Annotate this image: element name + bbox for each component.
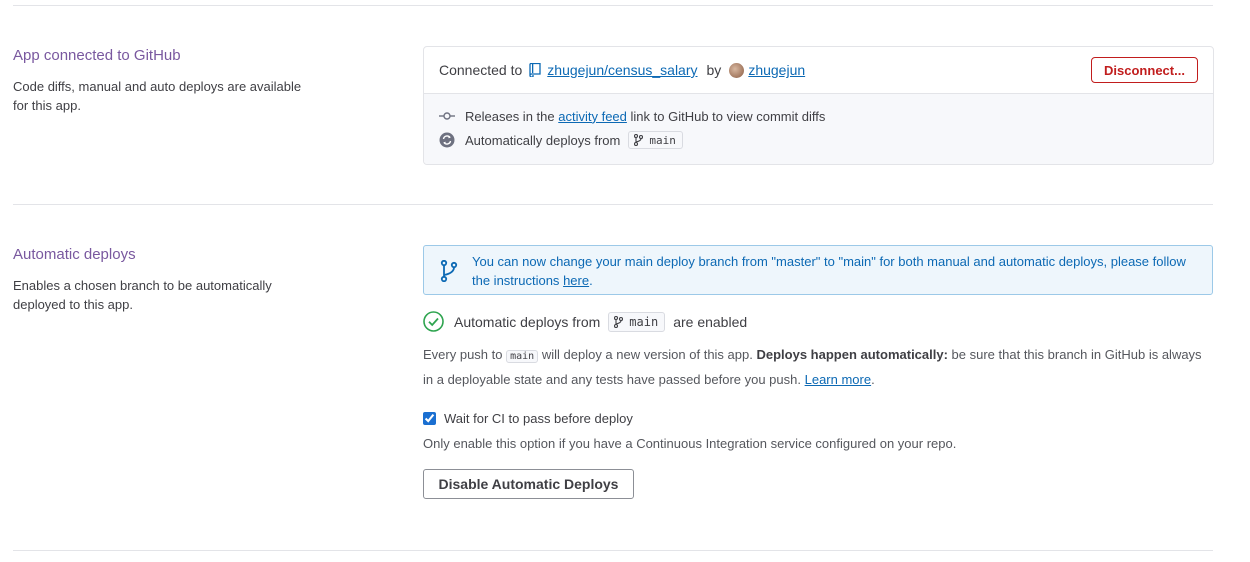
- push-prefix: Every push to: [423, 347, 503, 362]
- enabled-prefix: Automatic deploys from: [454, 313, 601, 330]
- commit-icon: [439, 108, 455, 124]
- sync-icon: [439, 132, 455, 148]
- auto-deploy-status: Automatic deploys from main are enabled: [423, 311, 747, 332]
- check-circle-icon: [423, 311, 444, 332]
- connection-header: Connected to zhugejun/census_salary by z…: [424, 47, 1213, 94]
- connection-details: Releases in the activity feed link to Gi…: [424, 94, 1213, 164]
- disconnect-button[interactable]: Disconnect...: [1091, 57, 1198, 83]
- branch-icon: [440, 259, 458, 287]
- enabled-branch-tag: main: [608, 311, 666, 332]
- auto-deploys-description: Enables a chosen branch to be automatica…: [13, 278, 272, 312]
- releases-prefix: Releases in the: [465, 108, 555, 124]
- branch-tag: main: [628, 131, 683, 149]
- auto-deploy-row: Automatically deploys from main: [439, 131, 683, 149]
- releases-row: Releases in the activity feed link to Gi…: [439, 108, 825, 124]
- repo-icon: [529, 62, 541, 78]
- branch-icon: [634, 134, 644, 146]
- branch-icon: [614, 315, 624, 328]
- connected-label: Connected to: [439, 62, 523, 78]
- by-label: by: [706, 62, 722, 78]
- wait-for-ci-checkbox[interactable]: [423, 412, 436, 425]
- github-section-description: Code diffs, manual and auto deploys are …: [13, 79, 302, 113]
- auto-deploys-title: Automatic deploys: [13, 246, 136, 263]
- bottom-divider: [13, 550, 1213, 551]
- auto-deploy-label: Automatically deploys from: [465, 132, 621, 148]
- ci-help-text: Only enable this option if you have a Co…: [423, 436, 957, 451]
- repo-link[interactable]: zhugejun/census_salary: [547, 62, 697, 78]
- push-branch: main: [506, 350, 539, 363]
- push-bold: Deploys happen automatically:: [756, 347, 948, 362]
- activity-feed-link[interactable]: activity feed: [558, 109, 627, 124]
- enabled-branch-name: main: [629, 314, 659, 329]
- enabled-suffix: are enabled: [673, 313, 748, 330]
- section-divider: [13, 204, 1213, 205]
- branch-name: main: [649, 133, 676, 147]
- user-avatar: [729, 62, 745, 78]
- branch-info-banner: You can now change your main deploy bran…: [423, 245, 1213, 295]
- info-text: You can now change your main deploy bran…: [472, 252, 1202, 290]
- releases-suffix: link to GitHub to view commit diffs: [630, 108, 826, 124]
- learn-more-suffix: .: [871, 372, 875, 387]
- info-suffix: .: [589, 273, 593, 288]
- instructions-link[interactable]: here: [563, 273, 589, 288]
- top-divider: [13, 5, 1213, 6]
- wait-for-ci-option[interactable]: Wait for CI to pass before deploy: [423, 411, 633, 426]
- user-link[interactable]: zhugejun: [748, 62, 805, 78]
- github-section-title: App connected to GitHub: [13, 47, 181, 64]
- push-middle: will deploy a new version of this app.: [541, 347, 753, 362]
- wait-for-ci-label: Wait for CI to pass before deploy: [444, 411, 633, 426]
- push-explanation: Every push to main will deploy a new ver…: [423, 343, 1213, 391]
- learn-more-link[interactable]: Learn more: [805, 372, 871, 387]
- github-connection-card: Connected to zhugejun/census_salary by z…: [423, 46, 1214, 165]
- disable-auto-deploys-button[interactable]: Disable Automatic Deploys: [423, 469, 634, 499]
